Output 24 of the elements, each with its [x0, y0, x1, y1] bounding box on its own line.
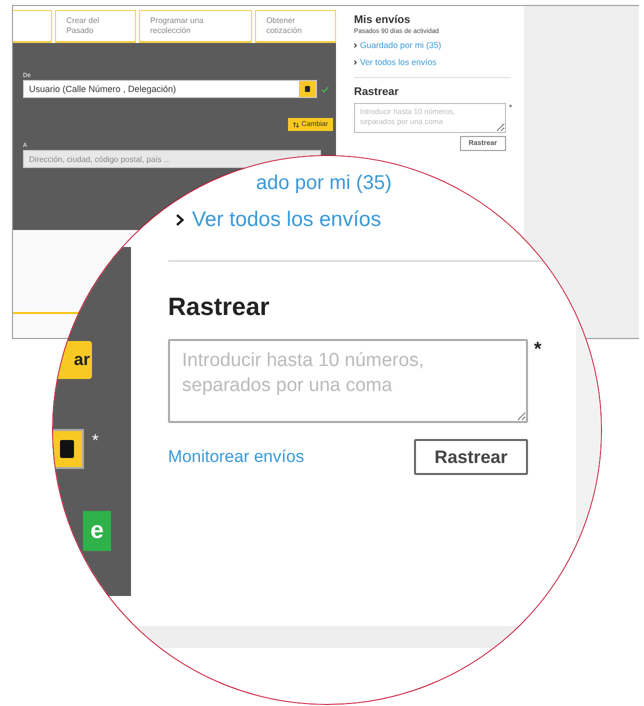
required-mark: *	[534, 339, 542, 362]
shipments-link[interactable]: ado por mi (35)	[256, 172, 392, 194]
address-field[interactable]: Usuario (Calle Número , Delegación)	[23, 80, 317, 98]
monitor-shipments-link[interactable]: Monitorear envíos	[168, 447, 304, 467]
section-title: Rastrear	[354, 86, 399, 98]
swap-arrows-icon	[292, 122, 299, 128]
submit-button[interactable]: e	[83, 511, 111, 551]
section-title: Mis envíos	[354, 14, 410, 26]
shipments-link[interactable]: Ver todos los envíos	[360, 57, 437, 67]
chevron-right-icon	[354, 60, 357, 64]
contact-book-icon[interactable]	[299, 81, 316, 97]
shipments-link[interactable]: Ver todos los envíos	[192, 208, 382, 232]
chevron-right-icon	[354, 42, 357, 48]
tab[interactable]: Crear del Pasado	[55, 10, 136, 43]
required-mark: *	[509, 103, 512, 114]
address-field[interactable]: Dirección, ciudad, código postal, país ...	[23, 150, 321, 168]
track-button[interactable]: Rastrear	[414, 439, 528, 475]
shipments-link[interactable]: Guardado por mi (35)	[360, 40, 442, 50]
tab[interactable]: Obtener cotización	[255, 10, 336, 43]
required-mark: *	[92, 431, 99, 451]
chevron-right-icon	[176, 214, 184, 226]
tracking-number-field[interactable]: Introducir hasta 10 números, separados por una coma	[168, 339, 528, 423]
section-title: Rastrear	[168, 293, 270, 322]
tab[interactable]: Programar una recolección	[139, 10, 252, 43]
